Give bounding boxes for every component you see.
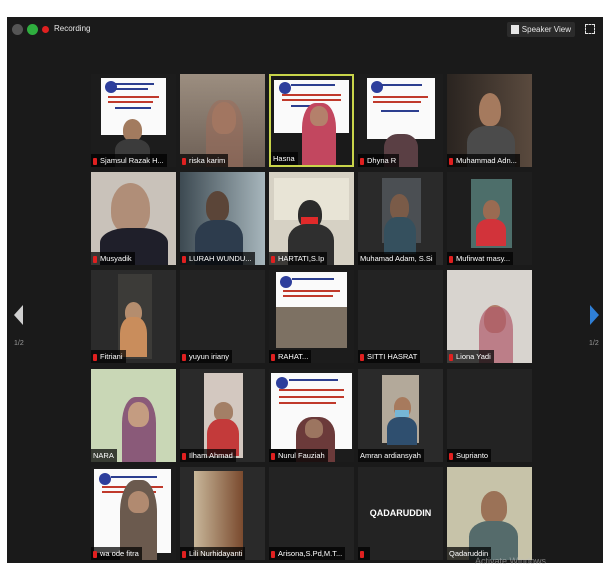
video-tile[interactable]: Muhamad Adam, S.Si [358, 172, 443, 265]
video-tile[interactable]: Lili Nurhidayanti [180, 467, 265, 560]
mic-muted-icon [93, 550, 97, 558]
info-icon[interactable] [12, 24, 23, 35]
participant-name: Liona Yadi [447, 350, 494, 363]
video-tile[interactable]: Sjamsul Razak H... [91, 74, 176, 167]
video-tile[interactable]: Liona Yadi [447, 270, 532, 363]
video-tile[interactable]: LURAH WUNDU... [180, 172, 265, 265]
mic-muted-icon [93, 255, 97, 263]
top-toolbar: Recording Speaker View [7, 17, 603, 43]
video-tile[interactable]: Musyadik [91, 172, 176, 265]
participant-name: Sjamsul Razak H... [91, 154, 167, 167]
participant-name [358, 547, 370, 560]
record-icon [42, 26, 49, 33]
video-tile[interactable]: Ilham Ahmad [180, 369, 265, 462]
participant-name: Dhyna R [358, 154, 400, 167]
recording-label: Recording [54, 24, 91, 33]
mic-muted-icon [271, 353, 275, 361]
participant-name: yuyun iriany [180, 350, 233, 363]
fullscreen-icon[interactable] [585, 24, 595, 34]
mic-muted-icon [93, 157, 97, 165]
mic-muted-icon [360, 157, 364, 165]
participant-name: Lili Nurhidayanti [180, 547, 246, 560]
mic-muted-icon [449, 157, 453, 165]
shield-icon[interactable] [27, 24, 38, 35]
participant-name: SITTI HASRAT [358, 350, 421, 363]
mic-muted-icon [271, 452, 275, 460]
video-tile[interactable]: RAHAT... [269, 270, 354, 363]
mic-muted-icon [449, 353, 453, 361]
participant-name: wa ode fitra [91, 547, 142, 560]
participant-name: RAHAT... [269, 350, 312, 363]
participant-name: Mufirwat masy... [447, 252, 514, 265]
video-tile[interactable]: SITTI HASRAT [358, 270, 443, 363]
page-indicator-left: 1/2 [14, 340, 24, 347]
participant-name: Hasna [271, 152, 298, 165]
mic-muted-icon [182, 157, 186, 165]
speaker-view-button[interactable]: Speaker View [506, 22, 575, 38]
previous-page-arrow-icon[interactable] [14, 305, 23, 325]
participant-name: Fitriani [91, 350, 126, 363]
video-tile[interactable]: riska karim [180, 74, 265, 167]
mic-muted-icon [182, 353, 186, 361]
mic-muted-icon [182, 550, 186, 558]
mic-muted-icon [182, 452, 186, 460]
video-tile[interactable]: Dhyna R [358, 74, 443, 167]
participant-display-name: QADARUDDIN [369, 507, 432, 518]
video-tile[interactable]: Amran ardiansyah [358, 369, 443, 462]
participant-name: riska karim [180, 154, 229, 167]
mic-muted-icon [271, 550, 275, 558]
participant-name: LURAH WUNDU... [180, 252, 255, 265]
video-tile[interactable]: Arisona,S.Pd,M.T... [269, 467, 354, 560]
participant-name: Suprianto [447, 449, 492, 462]
video-tile[interactable]: Muhammad Adn... [447, 74, 532, 167]
participant-name: Muhamad Adam, S.Si [358, 252, 436, 265]
speaker-view-label: Speaker View [521, 25, 571, 34]
video-tile[interactable]: yuyun iriany [180, 270, 265, 363]
activate-windows-watermark: Activate Windows [475, 556, 547, 566]
participant-name: Muhammad Adn... [447, 154, 520, 167]
video-tile[interactable]: Suprianto [447, 369, 532, 462]
active-speaker-tile[interactable]: Hasna [269, 74, 354, 167]
mic-muted-icon [449, 452, 453, 460]
video-tile[interactable]: Fitriani [91, 270, 176, 363]
participant-name: NARA [91, 449, 117, 462]
mic-muted-icon [449, 255, 453, 263]
video-tile[interactable]: wa ode fitra [91, 467, 176, 560]
mic-muted-icon [360, 550, 364, 558]
participant-name: Amran ardiansyah [358, 449, 424, 462]
zoom-window: Recording Speaker View 1/2 1/2 Sjamsul R… [7, 17, 603, 563]
next-page-arrow-icon[interactable] [590, 305, 599, 325]
grid-icon [510, 25, 519, 35]
page-indicator-right: 1/2 [589, 340, 599, 347]
video-tile[interactable]: NARA [91, 369, 176, 462]
participant-name: Ilham Ahmad [180, 449, 236, 462]
mic-muted-icon [182, 255, 186, 263]
video-tile[interactable]: QADARUDDIN [358, 467, 443, 560]
participant-name: HARTATI,S.Ip [269, 252, 328, 265]
mic-muted-icon [360, 353, 364, 361]
participant-name: Musyadik [91, 252, 135, 265]
mic-muted-icon [93, 353, 97, 361]
participant-name: Nurul Fauziah [269, 449, 328, 462]
video-tile[interactable]: Nurul Fauziah [269, 369, 354, 462]
mic-muted-icon [271, 255, 275, 263]
participant-name: Arisona,S.Pd,M.T... [269, 547, 346, 560]
video-tile[interactable]: Qadaruddin [447, 467, 532, 560]
video-tile[interactable]: Mufirwat masy... [447, 172, 532, 265]
video-tile[interactable]: HARTATI,S.Ip [269, 172, 354, 265]
